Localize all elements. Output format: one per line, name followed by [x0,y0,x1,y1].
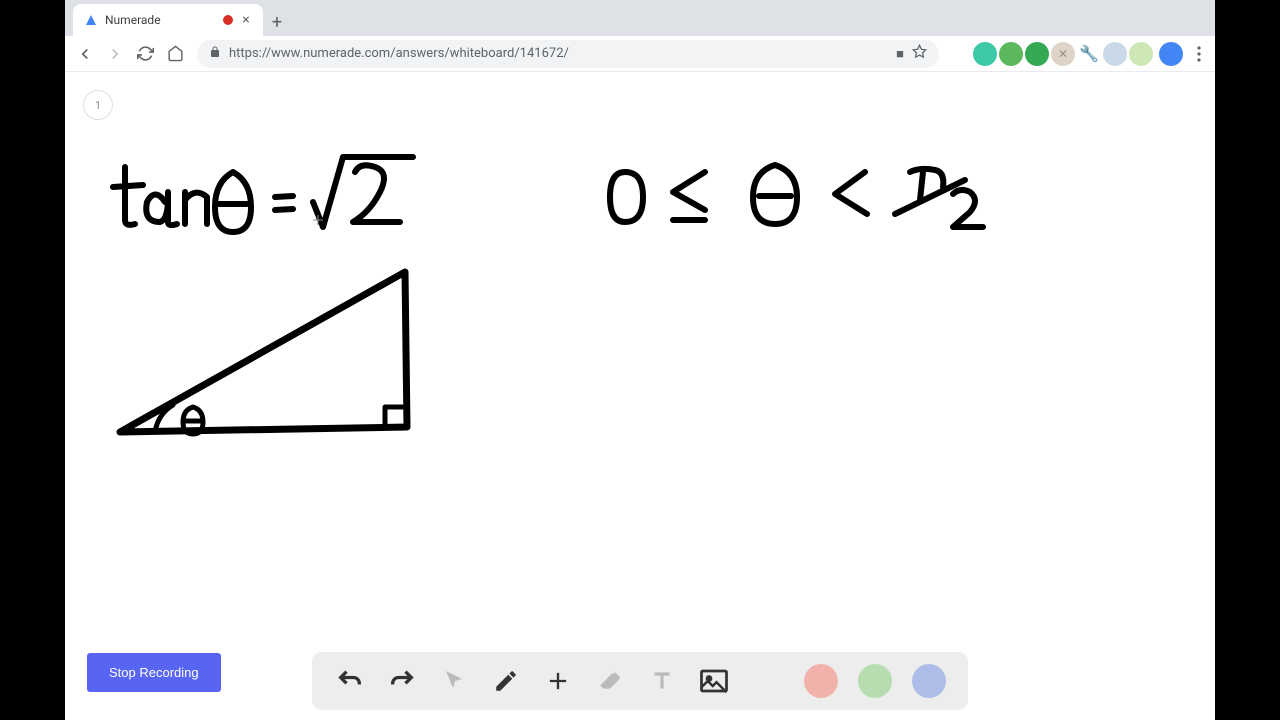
color-red[interactable] [804,664,838,698]
profile-button[interactable] [1159,42,1183,66]
letterbox-right [1215,0,1280,720]
bookmark-star-icon[interactable] [912,44,927,63]
letterbox-left [0,0,65,720]
extension-icon-6[interactable]: 🔧 [1077,42,1101,66]
redo-button[interactable] [386,665,418,697]
back-button[interactable] [71,40,99,68]
eraser-tool[interactable] [594,665,626,697]
new-tab-button[interactable]: + [263,8,291,36]
forward-button[interactable] [101,40,129,68]
tab-favicon-icon [83,12,99,28]
whiteboard-toolbar [312,652,968,710]
extension-icon-7[interactable] [1103,42,1127,66]
browser-menu-button[interactable] [1189,40,1209,68]
image-tool[interactable] [698,665,730,697]
home-button[interactable] [161,40,189,68]
extension-icon-1[interactable] [947,42,971,66]
tab-close-button[interactable]: × [239,13,253,27]
tab-title: Numerade [105,13,217,27]
pen-tool[interactable] [490,665,522,697]
address-bar: https://www.numerade.com/answers/whitebo… [65,36,1215,72]
extension-icon-2[interactable] [973,42,997,66]
lock-icon [209,46,221,62]
color-blue[interactable] [912,664,946,698]
add-tool[interactable] [542,665,574,697]
tab-bar: Numerade × + [65,0,1215,36]
extension-icon-3[interactable] [999,42,1023,66]
browser-window: Numerade × + https://www.numerade.com/an… [65,0,1215,720]
undo-button[interactable] [334,665,366,697]
reload-button[interactable] [131,40,159,68]
stop-recording-button[interactable]: Stop Recording [87,653,221,692]
camera-icon[interactable]: ■ [896,46,904,62]
equation-tan-theta [113,157,413,232]
color-black[interactable] [750,664,784,698]
equation-domain [610,165,983,227]
triangle-drawing [120,272,407,434]
whiteboard-canvas[interactable] [65,72,1215,720]
url-bar[interactable]: https://www.numerade.com/answers/whitebo… [197,40,939,68]
color-green[interactable] [858,664,892,698]
url-text: https://www.numerade.com/answers/whitebo… [229,46,888,61]
text-tool[interactable] [646,665,678,697]
browser-tab[interactable]: Numerade × [73,4,263,36]
recording-indicator-icon [223,15,233,25]
extension-icon-4[interactable] [1025,42,1049,66]
extension-icon-8[interactable] [1129,42,1153,66]
page-content: 1 [65,72,1215,720]
pointer-tool[interactable] [438,665,470,697]
extension-icon-5[interactable]: ✕ [1051,42,1075,66]
